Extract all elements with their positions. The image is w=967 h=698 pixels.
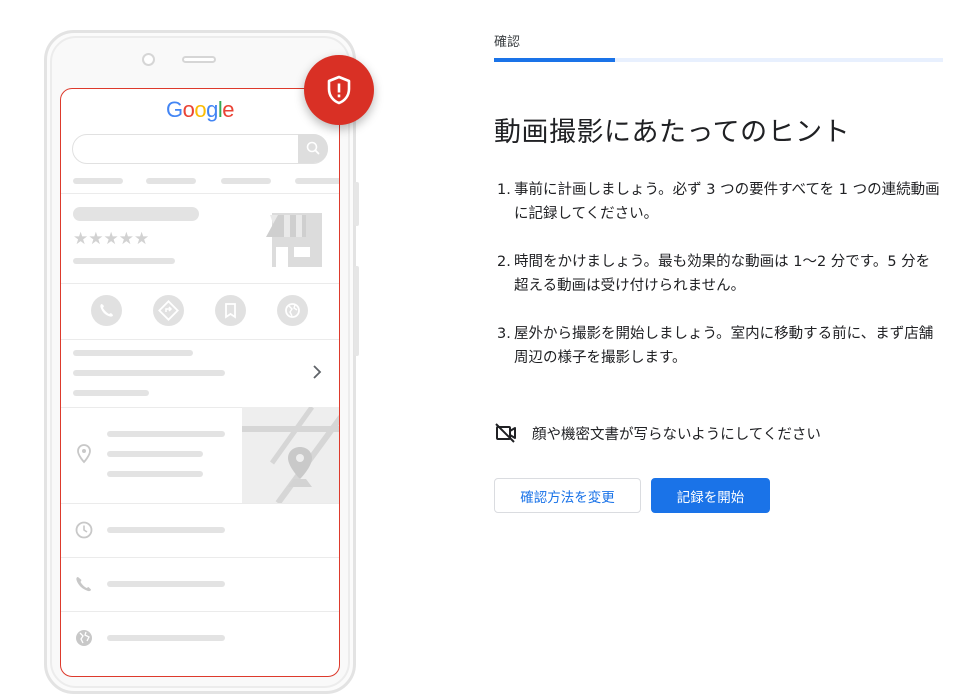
phone-speaker bbox=[182, 56, 216, 63]
tip-text: 事前に計画しましょう。必ず 3 つの要件すべてを 1 つの連続動画に記録してくだ… bbox=[514, 182, 940, 222]
website-placeholder bbox=[107, 635, 225, 641]
storefront-icon bbox=[266, 213, 322, 267]
privacy-notice-text: 顔や機密文書が写らないようにしてください bbox=[532, 426, 821, 443]
change-verification-method-button[interactable]: 確認方法を変更 bbox=[494, 478, 641, 513]
tab-placeholder bbox=[73, 178, 123, 184]
save-action-button bbox=[215, 295, 246, 326]
divider bbox=[61, 283, 339, 284]
tip-number: 1. bbox=[497, 182, 511, 198]
text-placeholder bbox=[73, 350, 193, 356]
address-placeholder bbox=[107, 431, 225, 437]
google-logo-letter: o bbox=[194, 97, 207, 122]
phone-screen: Google ★★★★★ bbox=[60, 88, 340, 677]
page-title: 動画撮影にあたってのヒント bbox=[494, 117, 851, 148]
phone-side-button bbox=[354, 266, 359, 356]
phone-side-button bbox=[354, 182, 359, 226]
tab-placeholder bbox=[146, 178, 196, 184]
website-action-button bbox=[277, 295, 308, 326]
step-label: 確認 bbox=[494, 35, 521, 50]
verification-badge bbox=[304, 55, 374, 125]
directions-action-button bbox=[153, 295, 184, 326]
tab-placeholder bbox=[221, 178, 271, 184]
tips-list: 1. 事前に計画しましょう。必ず 3 つの要件すべてを 1 つの連続動画に記録し… bbox=[494, 178, 942, 394]
rating-stars: ★★★★★ bbox=[73, 229, 150, 249]
google-logo-letter: o bbox=[182, 97, 195, 122]
start-recording-button[interactable]: 記録を開始 bbox=[651, 478, 770, 513]
bookmark-icon bbox=[225, 303, 236, 319]
progress-bar bbox=[494, 58, 943, 62]
camera-off-icon bbox=[495, 423, 516, 443]
text-placeholder bbox=[73, 390, 149, 396]
search-button bbox=[298, 134, 328, 163]
tip-item: 3. 屋外から撮影を開始しましょう。室内に移動する前に、まず店舗周辺の様子を撮影… bbox=[494, 322, 942, 370]
address-placeholder bbox=[107, 451, 203, 457]
business-category-placeholder bbox=[73, 258, 175, 264]
google-logo: Google bbox=[61, 97, 339, 123]
phone-icon bbox=[76, 577, 91, 592]
divider bbox=[61, 339, 339, 340]
chevron-right-icon bbox=[313, 365, 322, 379]
phone-number-placeholder bbox=[107, 581, 225, 587]
google-logo-letter: e bbox=[222, 97, 234, 122]
hours-placeholder bbox=[107, 527, 225, 533]
phone-camera bbox=[142, 53, 155, 66]
call-action-button bbox=[91, 295, 122, 326]
globe-icon bbox=[76, 630, 92, 646]
google-logo-letter: G bbox=[165, 97, 183, 122]
tip-item: 2. 時間をかけましょう。最も効果的な動画は 1〜2 分です。5 分を超える動画… bbox=[494, 250, 942, 298]
location-pin-icon bbox=[77, 444, 91, 464]
address-placeholder bbox=[107, 471, 203, 477]
tip-number: 3. bbox=[497, 326, 511, 342]
divider bbox=[61, 557, 339, 558]
tip-text: 時間をかけましょう。最も効果的な動画は 1〜2 分です。5 分を超える動画は受け… bbox=[514, 254, 931, 294]
tip-text: 屋外から撮影を開始しましょう。室内に移動する前に、まず店舗周辺の様子を撮影します… bbox=[514, 326, 934, 366]
text-placeholder bbox=[73, 370, 225, 376]
map-thumbnail bbox=[242, 407, 339, 503]
shield-alert-icon bbox=[327, 75, 351, 105]
divider bbox=[61, 503, 339, 504]
tip-number: 2. bbox=[497, 254, 511, 270]
website-icon bbox=[285, 303, 300, 318]
divider bbox=[61, 611, 339, 612]
directions-icon bbox=[158, 300, 179, 321]
clock-icon bbox=[75, 521, 93, 539]
divider bbox=[61, 193, 339, 194]
tip-item: 1. 事前に計画しましょう。必ず 3 つの要件すべてを 1 つの連続動画に記録し… bbox=[494, 178, 942, 226]
search-bar-placeholder bbox=[72, 134, 328, 164]
google-logo-letter: g bbox=[206, 97, 218, 122]
tab-placeholder bbox=[295, 178, 339, 184]
privacy-notice: 顔や機密文書が写らないようにしてください bbox=[494, 422, 821, 444]
phone-icon bbox=[100, 304, 113, 317]
business-name-placeholder bbox=[73, 207, 199, 221]
progress-bar-fill bbox=[494, 58, 616, 62]
search-icon bbox=[306, 141, 320, 155]
